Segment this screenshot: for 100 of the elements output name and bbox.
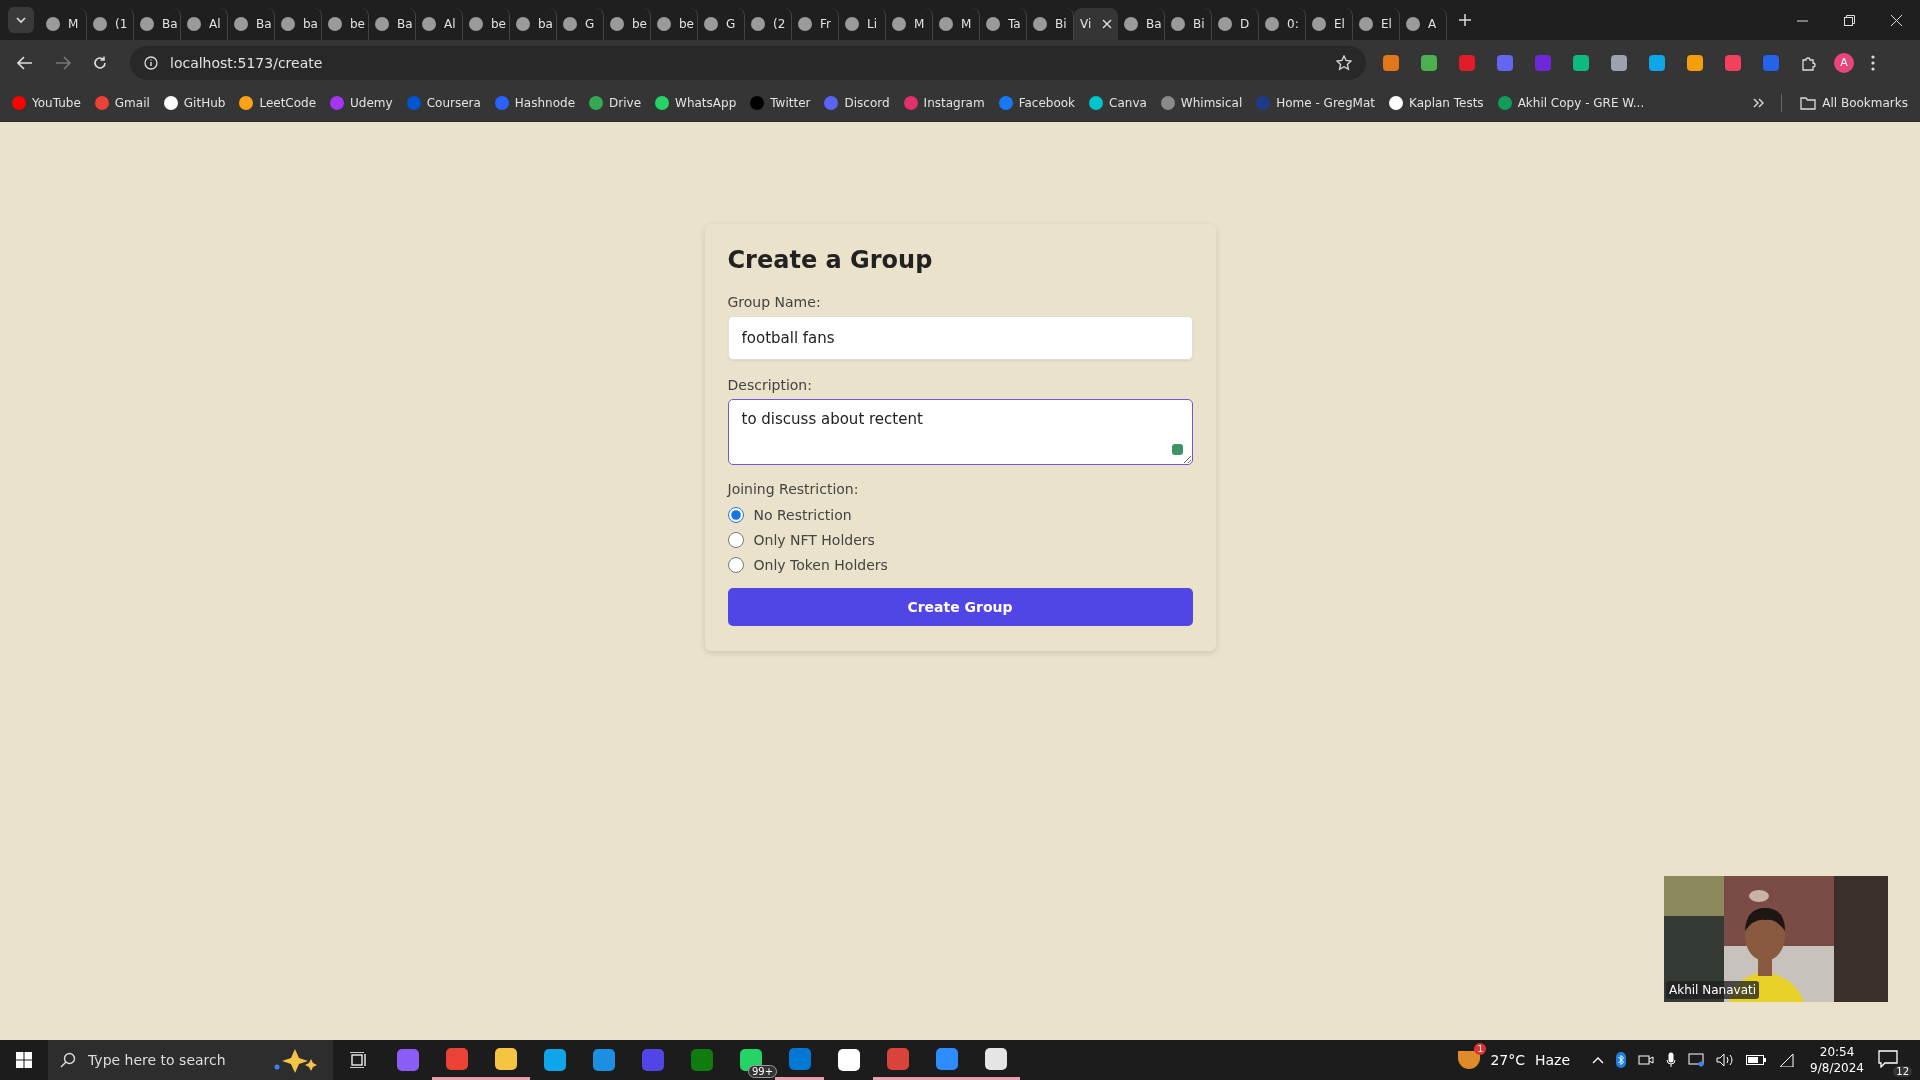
favicon-icon	[1312, 17, 1326, 31]
task-view-icon[interactable]	[349, 1052, 367, 1068]
favicon-icon	[187, 17, 201, 31]
bookmark-link[interactable]: Kaplan Tests	[1387, 94, 1486, 112]
bookmark-link[interactable]: Whimsical	[1158, 94, 1245, 112]
caret-icon[interactable]	[15, 14, 27, 26]
favicon-icon	[798, 17, 812, 31]
camera-icon[interactable]	[1638, 1054, 1655, 1066]
close-icon[interactable]	[1891, 14, 1902, 26]
favicon-icon	[328, 17, 342, 31]
extension-icon[interactable]	[1611, 54, 1627, 71]
favicon-icon	[892, 17, 906, 31]
favicon-icon	[1218, 17, 1232, 31]
bookmark-link[interactable]: Instagram	[901, 94, 987, 112]
bookmark-link[interactable]: Akhil Copy - GRE W...	[1495, 94, 1647, 112]
field-label: Group Name:	[727, 294, 822, 310]
display-icon[interactable]	[1688, 1053, 1705, 1067]
bookmark-link[interactable]: YouTube	[10, 94, 83, 112]
radio-button[interactable]	[727, 557, 744, 573]
info-icon[interactable]	[144, 55, 158, 70]
extension-icon[interactable]	[1421, 54, 1437, 71]
profile-avatar[interactable]: A	[1834, 52, 1854, 73]
favicon-icon	[939, 17, 953, 31]
reload-icon[interactable]	[93, 55, 107, 70]
taskbar-search-field[interactable]: Type here to search	[48, 1040, 333, 1080]
description-field[interactable]: to discuss about rectent	[727, 399, 1193, 465]
favicon-icon	[563, 17, 577, 31]
favicon-icon	[657, 17, 671, 31]
favicon-icon	[469, 17, 483, 31]
folder-icon	[1800, 96, 1817, 110]
new-tab-icon[interactable]	[1459, 14, 1471, 26]
browser-tab[interactable]: Vi	[1074, 8, 1118, 40]
favicon-icon	[1406, 17, 1420, 31]
bookmark-link[interactable]: Twitter	[748, 94, 813, 112]
count-badge: 12	[1893, 1065, 1912, 1077]
writing-assistant-icon[interactable]	[1171, 444, 1183, 455]
bookmark-link[interactable]: LeetCode	[237, 94, 319, 112]
restore-icon[interactable]	[1844, 14, 1855, 26]
radio-label[interactable]: No Restriction	[753, 507, 852, 523]
favicon-icon	[234, 17, 248, 31]
extension-icon[interactable]	[1649, 54, 1665, 71]
radio-label[interactable]: Only NFT Holders	[753, 532, 875, 548]
chevron-icon[interactable]	[1753, 98, 1766, 108]
bookmark-link[interactable]: GitHub	[161, 94, 228, 112]
star-icon[interactable]	[1336, 54, 1352, 71]
bookmark-link[interactable]: Gmail	[92, 94, 152, 112]
bookmark-link[interactable]: Hashnode	[492, 94, 578, 112]
puzzle-icon[interactable]	[1801, 54, 1817, 71]
extension-icon[interactable]	[1497, 54, 1513, 71]
favicon-icon	[1359, 17, 1373, 31]
bookmark-link[interactable]: Coursera	[404, 94, 483, 112]
back-icon[interactable]	[17, 55, 33, 70]
bluetooth-icon[interactable]	[1616, 1052, 1627, 1068]
menu-icon[interactable]	[1871, 54, 1875, 71]
clock[interactable]: 20:54 9/8/2024	[1810, 1044, 1864, 1076]
bookmark-link[interactable]: Home - GregMat	[1254, 94, 1377, 112]
close-icon[interactable]	[1102, 19, 1112, 29]
forward-icon[interactable]	[55, 55, 71, 70]
field-label: Joining Restriction:	[727, 481, 860, 497]
extension-icon[interactable]	[1383, 54, 1399, 71]
group-name-field[interactable]: football fans	[727, 316, 1193, 360]
radio-button[interactable]	[727, 532, 744, 548]
bookmark-link[interactable]: Canva	[1087, 94, 1149, 112]
form-title: Create a Group	[727, 246, 934, 274]
chevron-up-icon[interactable]	[1592, 1056, 1605, 1064]
wifi-icon[interactable]	[1778, 1053, 1795, 1067]
radio-label[interactable]: Only Token Holders	[753, 557, 888, 573]
bookmark-link[interactable]: Facebook	[996, 94, 1078, 112]
weather-text: Haze	[1535, 1052, 1571, 1068]
volume-icon[interactable]	[1716, 1053, 1735, 1067]
participant-name: Akhil Nanavati	[1666, 981, 1760, 999]
favicon-icon	[93, 17, 107, 31]
radio-button[interactable]	[727, 507, 744, 523]
favicon-icon	[375, 17, 389, 31]
extension-icon[interactable]	[1573, 54, 1589, 71]
taskbar-app-icon[interactable]: 99+	[726, 1040, 775, 1080]
windows-start-icon[interactable]	[16, 1052, 32, 1068]
field-label: Description:	[727, 377, 813, 393]
url-text: localhost:5173/create	[170, 54, 323, 71]
notifications-icon[interactable]	[1878, 1049, 1898, 1068]
favicon-icon	[751, 17, 765, 31]
extension-icon[interactable]	[1725, 54, 1741, 71]
weather-icon[interactable]	[1458, 1051, 1481, 1069]
favicon-icon	[516, 17, 530, 31]
create-group-button[interactable]: Create Group	[727, 588, 1193, 626]
bookmark-link[interactable]: Udemy	[328, 94, 395, 112]
extension-icon[interactable]	[1687, 54, 1703, 71]
tab-search-button[interactable]	[8, 7, 34, 33]
favicon-icon	[986, 17, 1000, 31]
bookmark-link[interactable]: Discord	[822, 94, 892, 112]
favicon-icon	[1265, 17, 1279, 31]
battery-icon[interactable]	[1746, 1055, 1767, 1065]
favicon-icon	[281, 17, 295, 31]
bookmark-link[interactable]: Drive	[587, 94, 644, 112]
all-bookmarks-button[interactable]: All Bookmarks	[1798, 94, 1910, 112]
bookmark-link[interactable]: WhatsApp	[653, 94, 739, 112]
address-bar[interactable]: localhost:5173/create	[130, 45, 1366, 80]
extension-icon[interactable]	[1459, 54, 1475, 71]
favicon-icon	[1171, 17, 1185, 31]
microphone-icon[interactable]	[1666, 1052, 1677, 1068]
